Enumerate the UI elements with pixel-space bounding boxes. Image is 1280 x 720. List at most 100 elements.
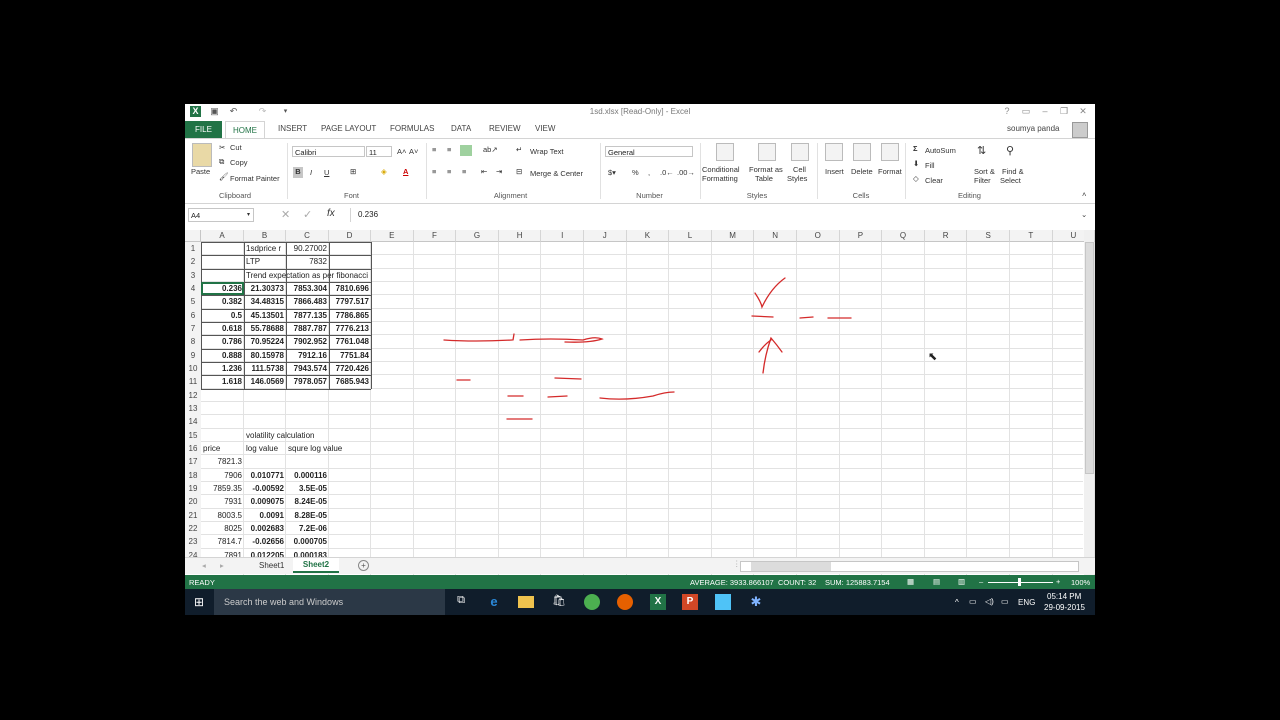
find-select-icon[interactable]: ⚲: [1006, 144, 1014, 157]
zoom-out-button[interactable]: –: [979, 577, 983, 586]
middle-align-icon[interactable]: ≡: [447, 145, 451, 154]
sheet-tab-sheet1[interactable]: Sheet1: [259, 561, 284, 570]
currency-icon[interactable]: $▾: [608, 168, 616, 177]
sort-filter-icon[interactable]: ⇅: [977, 144, 986, 157]
status-average[interactable]: AVERAGE: 3933.866107: [690, 578, 774, 587]
sheet-tab-sheet2[interactable]: Sheet2: [293, 558, 339, 573]
decrease-decimal-icon[interactable]: .00→: [677, 168, 695, 177]
tab-home[interactable]: HOME: [225, 121, 265, 138]
increase-font-icon[interactable]: A˄: [397, 147, 406, 156]
ribbon-options-icon[interactable]: ▭: [1019, 105, 1033, 117]
file-explorer-icon[interactable]: [518, 596, 534, 608]
zoom-slider-thumb[interactable]: [1018, 578, 1021, 586]
sort-filter-label[interactable]: Sort &: [974, 167, 995, 176]
format-as-table-label[interactable]: Format as: [749, 165, 783, 174]
bottom-align-icon[interactable]: [460, 145, 472, 156]
paste-icon[interactable]: [192, 143, 212, 167]
minimize-button[interactable]: –: [1038, 105, 1052, 117]
clock-date[interactable]: 29-09-2015: [1044, 603, 1085, 612]
top-align-icon[interactable]: ≡: [432, 145, 436, 154]
zoom-level[interactable]: 100%: [1071, 578, 1090, 587]
snowflake-app-icon[interactable]: ✱: [748, 594, 764, 610]
borders-icon[interactable]: ⊞: [350, 167, 356, 176]
tab-file[interactable]: FILE: [185, 121, 222, 138]
task-view-icon[interactable]: ⧉: [453, 594, 469, 610]
format-cells-icon[interactable]: [881, 143, 899, 161]
prev-sheet-icon[interactable]: ◂: [202, 561, 206, 570]
cancel-icon[interactable]: ✕: [281, 208, 290, 221]
horizontal-scrollbar[interactable]: [740, 561, 1079, 572]
font-size-select[interactable]: 11: [366, 146, 392, 157]
user-name[interactable]: soumya panda: [1007, 124, 1059, 133]
cell-styles-label-2[interactable]: Styles: [787, 174, 807, 183]
enter-icon[interactable]: ✓: [303, 208, 312, 221]
copy-button[interactable]: Copy: [230, 158, 248, 167]
insert-cells-button[interactable]: Insert: [825, 167, 844, 176]
edge-icon[interactable]: e: [486, 594, 502, 610]
next-sheet-icon[interactable]: ▸: [220, 561, 224, 570]
delete-cells-button[interactable]: Delete: [851, 167, 873, 176]
language-indicator[interactable]: ENG: [1018, 598, 1035, 607]
tab-formulas[interactable]: FORMULAS: [390, 124, 434, 133]
vertical-scroll-thumb[interactable]: [1085, 242, 1094, 474]
format-as-table-label-2[interactable]: Table: [755, 174, 773, 183]
windows-start-icon[interactable]: ⊞: [194, 596, 204, 608]
clear-button[interactable]: Clear: [925, 176, 943, 185]
cut-button[interactable]: Cut: [230, 143, 242, 152]
wrap-text-button[interactable]: Wrap Text: [530, 147, 564, 156]
comma-button[interactable]: ,: [648, 168, 650, 177]
cut-icon[interactable]: ✂: [219, 143, 225, 152]
conditional-formatting-label[interactable]: Conditional: [702, 165, 740, 174]
network-icon[interactable]: ▭: [969, 597, 977, 606]
insert-function-icon[interactable]: fx: [327, 208, 335, 219]
increase-indent-icon[interactable]: ⇥: [496, 167, 502, 176]
page-break-view-icon[interactable]: ▥: [958, 577, 965, 586]
paste-button[interactable]: Paste: [191, 167, 210, 176]
font-name-select[interactable]: Calibri: [292, 146, 365, 157]
tab-data[interactable]: DATA: [451, 124, 471, 133]
fill-color-icon[interactable]: ◈: [381, 167, 387, 176]
cell-styles-icon[interactable]: [791, 143, 809, 161]
conditional-formatting-label-2[interactable]: Formatting: [702, 174, 738, 183]
clear-icon[interactable]: ◇: [913, 174, 919, 183]
wrap-text-icon[interactable]: ↵: [516, 145, 522, 154]
merge-center-icon[interactable]: ⊟: [516, 167, 522, 176]
status-sum[interactable]: SUM: 125883.7154: [825, 578, 890, 587]
underline-button[interactable]: U: [324, 168, 329, 177]
font-color-icon[interactable]: A: [403, 167, 408, 176]
search-box[interactable]: Search the web and Windows: [214, 589, 445, 615]
tray-chevron-icon[interactable]: ^: [955, 598, 959, 607]
avatar[interactable]: [1072, 122, 1088, 138]
autosum-button[interactable]: AutoSum: [925, 146, 956, 155]
align-left-icon[interactable]: ≡: [432, 167, 436, 176]
format-painter-button[interactable]: Format Painter: [230, 174, 280, 183]
tab-page-layout[interactable]: PAGE LAYOUT: [321, 124, 376, 133]
page-layout-view-icon[interactable]: ▤: [933, 577, 940, 586]
autosum-icon[interactable]: Σ: [913, 144, 918, 153]
copy-icon[interactable]: ⧉: [219, 157, 224, 167]
number-format-select[interactable]: General: [605, 146, 693, 157]
percent-button[interactable]: %: [632, 168, 639, 177]
format-painter-icon[interactable]: 🖌: [219, 172, 229, 181]
normal-view-icon[interactable]: ▦: [907, 577, 914, 586]
decrease-font-icon[interactable]: A˅: [409, 147, 418, 156]
insert-cells-icon[interactable]: [825, 143, 843, 161]
chrome-icon[interactable]: [584, 594, 600, 610]
delete-cells-icon[interactable]: [853, 143, 871, 161]
close-button[interactable]: ✕: [1076, 105, 1090, 117]
name-box[interactable]: A4: [188, 208, 254, 222]
tab-view[interactable]: VIEW: [535, 124, 555, 133]
status-count[interactable]: COUNT: 32: [778, 578, 816, 587]
excel-taskbar-icon[interactable]: X: [650, 594, 666, 610]
bold-button[interactable]: B: [293, 167, 303, 178]
horizontal-scroll-thumb[interactable]: [751, 562, 831, 571]
store-icon[interactable]: 🛍: [551, 594, 567, 610]
expand-formula-icon[interactable]: ⌄: [1081, 210, 1087, 219]
collapse-ribbon-icon[interactable]: ˄: [1082, 190, 1086, 199]
decrease-indent-icon[interactable]: ⇤: [481, 167, 487, 176]
maximize-button[interactable]: ❐: [1057, 105, 1071, 117]
conditional-formatting-icon[interactable]: [716, 143, 734, 161]
add-sheet-icon[interactable]: +: [358, 560, 369, 571]
zoom-in-button[interactable]: +: [1056, 577, 1060, 586]
tab-insert[interactable]: INSERT: [278, 124, 307, 133]
